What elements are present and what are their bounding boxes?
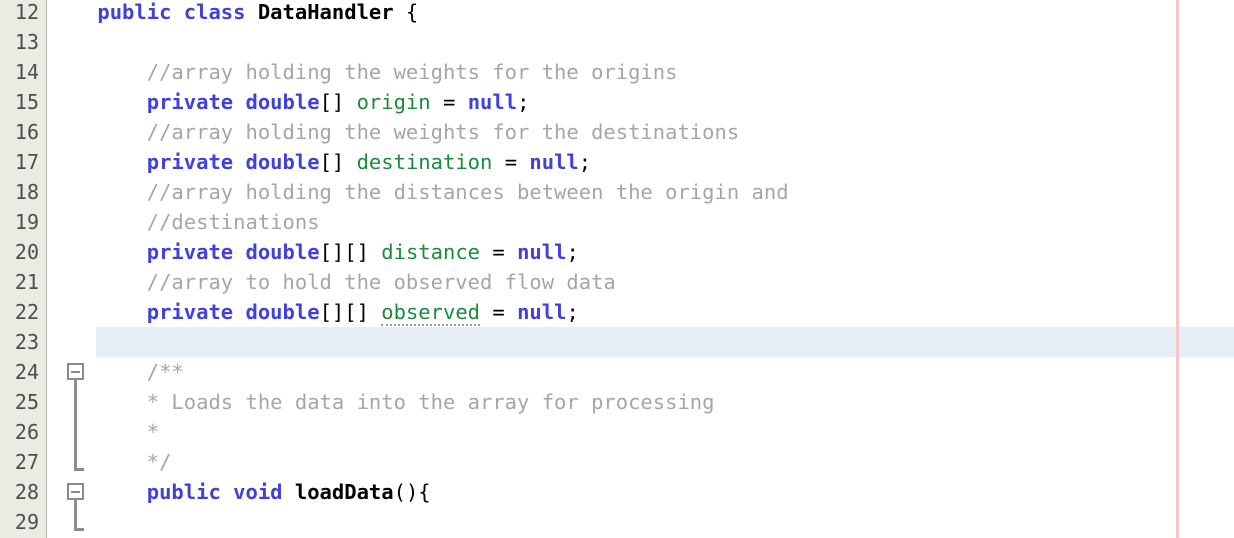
line-number[interactable]: 27 <box>0 447 39 477</box>
code-token: private <box>146 240 246 264</box>
code-token: * Loads the data into the array for proc… <box>146 390 715 414</box>
code-token: = <box>480 240 518 264</box>
code-token: DataHandler <box>257 0 394 24</box>
code-editor[interactable]: public class DataHandler { //array holdi… <box>0 0 1234 538</box>
code-line[interactable]: //array holding the weights for the dest… <box>48 117 1234 147</box>
fold-range-end-tick <box>74 468 84 471</box>
code-token: = <box>492 150 530 174</box>
code-token: public class <box>97 0 258 24</box>
line-number[interactable]: 28 <box>0 477 39 507</box>
line-number[interactable]: 26 <box>0 417 39 447</box>
fold-range-end-tick <box>74 528 84 531</box>
line-number[interactable]: 16 <box>0 117 39 147</box>
line-number[interactable]: 14 <box>0 57 39 87</box>
code-token: //destinations <box>146 210 320 234</box>
code-token: ; <box>566 300 579 324</box>
code-token: ; <box>578 150 592 174</box>
fold-range-line <box>74 380 77 468</box>
line-number[interactable]: 19 <box>0 207 39 237</box>
code-line[interactable] <box>48 27 1234 57</box>
code-token: private <box>146 90 246 114</box>
line-number[interactable]: 23 <box>0 327 39 357</box>
code-line[interactable]: //array to hold the observed flow data <box>48 267 1234 297</box>
code-token: ; <box>566 240 579 264</box>
line-number[interactable]: 22 <box>0 297 39 327</box>
code-token: origin <box>356 90 431 114</box>
line-number[interactable]: 12 <box>0 0 39 27</box>
code-token: null <box>467 90 518 114</box>
line-number[interactable]: 20 <box>0 237 39 267</box>
code-token: { <box>393 0 419 24</box>
code-token: double <box>245 240 320 264</box>
line-number-gutter[interactable]: 12 13 14 15 16 17 18 19 20 21 22 23 24 25 26 27 28 29 <box>0 0 47 538</box>
code-token: private <box>146 150 246 174</box>
line-number[interactable]: 25 <box>0 387 39 417</box>
code-token: [] <box>319 150 357 174</box>
code-line[interactable] <box>48 327 1234 357</box>
code-line[interactable]: */ <box>48 447 1234 477</box>
code-token: null <box>517 300 567 324</box>
code-token: distance <box>381 240 481 264</box>
code-token: //array holding the weights for the dest… <box>146 120 740 144</box>
code-line[interactable]: /** <box>48 357 1234 387</box>
code-token: observed <box>381 300 481 326</box>
fold-marker-line-24[interactable] <box>67 363 84 380</box>
code-line[interactable]: public class DataHandler { <box>48 0 1234 27</box>
code-token: double <box>245 150 320 174</box>
code-token: [][] <box>319 300 382 324</box>
line-number[interactable]: 21 <box>0 267 39 297</box>
fold-range-line <box>74 500 77 528</box>
line-number[interactable]: 18 <box>0 177 39 207</box>
code-token: [][] <box>319 240 382 264</box>
code-line[interactable]: //array holding the weights for the orig… <box>48 57 1234 87</box>
code-line[interactable]: private double[] origin = null; <box>48 87 1234 117</box>
code-token: */ <box>146 450 172 474</box>
line-number[interactable]: 29 <box>0 507 39 537</box>
code-token: //array to hold the observed flow data <box>146 270 616 294</box>
code-line[interactable]: //array holding the distances between th… <box>48 177 1234 207</box>
code-text-area[interactable]: public class DataHandler { //array holdi… <box>48 0 1234 538</box>
code-line[interactable]: * Loads the data into the array for proc… <box>48 387 1234 417</box>
code-token: destination <box>356 150 493 174</box>
code-line[interactable]: private double[][] distance = null; <box>48 237 1234 267</box>
line-number[interactable]: 13 <box>0 27 39 57</box>
code-token: public void <box>146 480 295 504</box>
line-number[interactable]: 24 <box>0 357 39 387</box>
print-margin-guide <box>1176 0 1179 538</box>
code-token: (){ <box>393 480 431 504</box>
code-token: double <box>245 90 320 114</box>
code-line[interactable]: private double[] destination = null; <box>48 147 1234 177</box>
code-token: ; <box>517 90 530 114</box>
line-number[interactable]: 17 <box>0 147 39 177</box>
code-token: //array holding the weights for the orig… <box>146 60 678 84</box>
code-token: null <box>529 150 579 174</box>
line-number[interactable]: 15 <box>0 87 39 117</box>
fold-marker-line-28[interactable] <box>67 483 84 500</box>
code-token: private <box>146 300 246 324</box>
code-line[interactable]: * <box>48 417 1234 447</box>
code-folding-strip[interactable] <box>48 0 96 538</box>
code-token: double <box>245 300 320 324</box>
code-token: //array holding the distances between th… <box>146 180 789 204</box>
code-token: [] <box>319 90 357 114</box>
code-line[interactable]: private double[][] observed = null; <box>48 297 1234 327</box>
code-line[interactable]: //destinations <box>48 207 1234 237</box>
code-token: loadData <box>294 480 394 504</box>
code-token: null <box>517 240 567 264</box>
code-line[interactable] <box>48 507 1234 537</box>
code-token: = <box>480 300 518 324</box>
code-token: /** <box>146 360 184 384</box>
code-line[interactable]: public void loadData(){ <box>48 477 1234 507</box>
code-token: * <box>146 420 160 444</box>
code-token: = <box>430 90 468 114</box>
